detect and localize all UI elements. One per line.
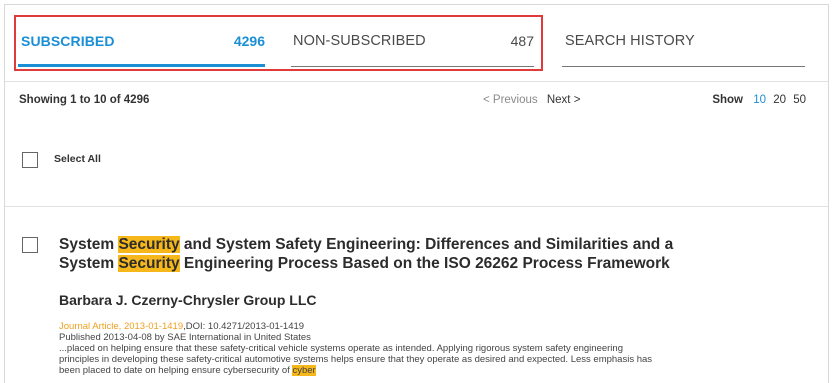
- result-doi: ,DOI: 10.4271/2013-01-1419: [183, 321, 305, 332]
- tab-search-history-label: SEARCH HISTORY: [565, 33, 695, 49]
- results-count: Showing 1 to 10 of 4296: [19, 94, 150, 106]
- title-highlight: Security: [118, 236, 180, 253]
- snippet-highlight: cyber: [292, 365, 316, 376]
- pagination: < Previous Next >: [483, 94, 580, 106]
- results-tabs: SUBSCRIBED 4296 NON-SUBSCRIBED 487 SEARC…: [5, 5, 828, 85]
- previous-page-link[interactable]: < Previous: [483, 94, 538, 106]
- search-results-panel: SUBSCRIBED 4296 NON-SUBSCRIBED 487 SEARC…: [4, 4, 829, 383]
- snippet-text: principles in developing these safety-cr…: [59, 354, 653, 365]
- result-checkbox[interactable]: [22, 237, 38, 253]
- next-page-link[interactable]: Next >: [547, 94, 581, 106]
- page-size-selector: Show 10 20 50: [712, 94, 806, 106]
- snippet-text: been placed to date on helping ensure cy…: [59, 365, 293, 376]
- page-size-20[interactable]: 20: [773, 94, 786, 106]
- title-highlight: Security: [118, 255, 180, 272]
- tab-non-subscribed[interactable]: NON-SUBSCRIBED 487: [291, 5, 534, 67]
- tab-underline: [562, 66, 805, 67]
- page-size-50[interactable]: 50: [793, 94, 806, 106]
- tab-non-subscribed-label: NON-SUBSCRIBED: [293, 33, 426, 49]
- tab-subscribed-label: SUBSCRIBED: [21, 33, 115, 49]
- tab-non-subscribed-count: 487: [510, 33, 534, 49]
- result-type: Journal Article, 2013-01-1419: [59, 321, 184, 332]
- snippet-text: ...placed on helping ensure that these s…: [59, 343, 623, 354]
- page-size-10[interactable]: 10: [753, 94, 766, 106]
- result-snippet: ...placed on helping ensure that these s…: [59, 343, 799, 376]
- divider: [5, 81, 828, 82]
- title-text: System: [59, 255, 119, 272]
- select-all-label: Select All: [54, 153, 101, 165]
- tab-search-history[interactable]: SEARCH HISTORY: [562, 5, 805, 67]
- tab-subscribed[interactable]: SUBSCRIBED 4296: [18, 5, 265, 67]
- result-title-link[interactable]: System Security and System Safety Engine…: [59, 235, 779, 273]
- result-published: Published 2013-04-08 by SAE Internationa…: [59, 332, 311, 343]
- tab-subscribed-count: 4296: [233, 33, 265, 49]
- select-all-checkbox[interactable]: [22, 152, 38, 168]
- result-meta: Journal Article, 2013-01-1419,DOI: 10.42…: [59, 321, 304, 332]
- result-author: Barbara J. Czerny-Chrysler Group LLC: [59, 292, 317, 308]
- show-label: Show: [712, 94, 743, 106]
- title-text: Engineering Process Based on the ISO 262…: [179, 255, 670, 272]
- tab-underline: [291, 66, 534, 67]
- tab-active-underline: [18, 64, 265, 67]
- divider: [5, 206, 828, 207]
- title-text: and System Safety Engineering: Differenc…: [179, 236, 674, 253]
- title-text: System: [59, 236, 119, 253]
